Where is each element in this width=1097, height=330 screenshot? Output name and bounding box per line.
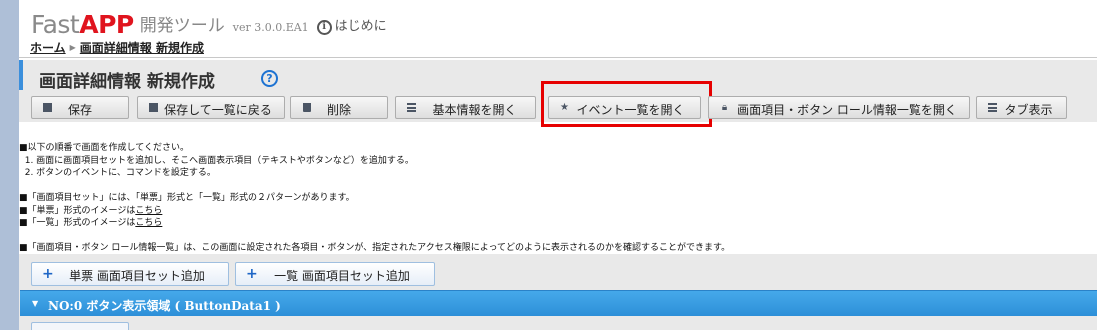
delete-button[interactable]: 削除	[290, 96, 388, 119]
caret-down-icon: ▼	[32, 299, 39, 308]
app-logo[interactable]: FastAPP	[31, 11, 134, 39]
version-label: ver 3.0.0.EA1	[232, 21, 309, 34]
instruction-line: ■「画面項目・ボタン ロール情報一覧」は、この画面に設定された各項目・ボタンが、…	[19, 243, 731, 253]
logo-app: APP	[79, 10, 134, 39]
open-basic-info-button[interactable]: 基本情報を開く	[395, 96, 536, 119]
delete-label: 削除	[326, 103, 351, 117]
section-title: NO:0 ボタン表示領域 ( ButtonData1 )	[48, 299, 281, 313]
save-and-back-label: 保存して一覧に戻る	[164, 103, 272, 117]
chevron-right-icon: ▶	[69, 43, 76, 52]
logo-fast: Fast	[31, 10, 80, 39]
add-list-item-set-label: 一覧 画面項目セット追加	[274, 269, 410, 283]
left-sidebar-strip	[0, 0, 19, 330]
instruction-line: ■「単票」形式のイメージは	[19, 205, 136, 216]
devtool-label: 開発ツール	[139, 16, 225, 36]
breadcrumb-current-link[interactable]: 画面詳細情報 新規作成	[80, 39, 204, 56]
save-button[interactable]: 保存	[31, 96, 129, 119]
save-label: 保存	[67, 103, 92, 117]
save-and-back-button[interactable]: 保存して一覧に戻る	[137, 96, 285, 119]
instruction-line: 1. 画面に画面項目セットを追加し、そこへ画面表示項目（テキストやボタンなど）を…	[19, 155, 414, 166]
about-label: はじめに	[334, 19, 387, 34]
highlight-annotation-box	[541, 81, 712, 127]
open-role-list-label: 画面項目・ボタン ロール情報一覧を開く	[737, 103, 957, 117]
tab-view-label: タブ表示	[1004, 103, 1053, 117]
breadcrumb-home-link[interactable]: ホーム	[30, 39, 66, 56]
add-single-item-set-button[interactable]: + 単票 画面項目セット追加	[31, 262, 229, 286]
page: FastAPP 開発ツール ver 3.0.0.EA1 i はじめに ホーム ▶…	[19, 0, 1097, 330]
tab-view-button[interactable]: タブ表示	[976, 96, 1067, 119]
instruction-line: ■「画面項目セット」には、「単票」形式と「一覧」形式の２パターンがあります。	[19, 193, 355, 203]
list-image-link[interactable]: こちら	[135, 218, 162, 228]
open-role-list-button[interactable]: 🔒︎ 画面項目・ボタン ロール情報一覧を開く	[708, 96, 970, 119]
instruction-line: 2. ボタンのイベントに、コマンドを設定する。	[19, 168, 216, 178]
page-title: 画面詳細情報 新規作成	[39, 72, 215, 92]
app-header: FastAPP 開発ツール ver 3.0.0.EA1 i はじめに	[31, 5, 387, 39]
divider	[19, 57, 1097, 58]
add-single-item-set-label: 単票 画面項目セット追加	[69, 269, 205, 283]
instruction-line: ■「一覧」形式のイメージは	[19, 218, 136, 228]
open-basic-info-label: 基本情報を開く	[432, 103, 517, 117]
add-list-item-set-button[interactable]: + 一覧 画面項目セット追加	[235, 262, 435, 286]
about-link[interactable]: i はじめに	[316, 15, 387, 39]
section-button[interactable]	[31, 322, 129, 330]
breadcrumb: ホーム ▶ 画面詳細情報 新規作成	[30, 39, 204, 56]
help-icon[interactable]: ?	[261, 70, 278, 87]
instruction-line: ■以下の順番で画面を作成してください。	[19, 143, 189, 153]
info-icon: i	[316, 19, 332, 35]
section-header[interactable]: ▼ NO:0 ボタン表示領域 ( ButtonData1 )	[20, 290, 1097, 316]
instructions: ■以下の順番で画面を作成してください。 1. 画面に画面項目セットを追加し、そこ…	[19, 142, 730, 255]
single-image-link[interactable]: こちら	[135, 206, 162, 216]
